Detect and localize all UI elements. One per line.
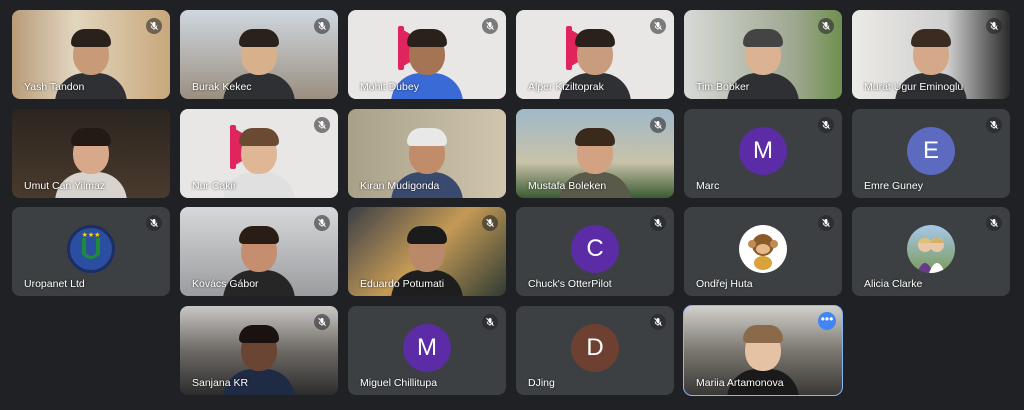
participant-name: Mariia Artamonova — [696, 377, 784, 389]
participant-name: Alper Kiziltoprak — [528, 81, 604, 93]
mic-off-icon — [818, 117, 834, 133]
participant-tile[interactable]: Alicia Clarke — [852, 207, 1010, 296]
avatar — [907, 224, 955, 273]
participant-name: Kovács Gábor — [192, 278, 259, 290]
mic-off-icon — [314, 18, 330, 34]
participant-tile[interactable]: D DJing — [516, 306, 674, 395]
avatar: ★★★ — [67, 224, 115, 273]
participant-tile[interactable]: Murat Ugur Eminoglu — [852, 10, 1010, 99]
participant-tile[interactable]: M Miguel Chillitupa — [348, 306, 506, 395]
participant-tile[interactable]: Mohit Dubey — [348, 10, 506, 99]
participant-name: Alicia Clarke — [864, 278, 923, 290]
avatar: M — [403, 323, 451, 372]
mic-off-icon — [482, 18, 498, 34]
participant-name: Kiran Mudigonda — [360, 180, 440, 192]
participant-tile[interactable]: Umut Can Yilmaz — [12, 109, 170, 198]
participant-name: Sanjana KR — [192, 377, 249, 389]
participant-name: Marc — [696, 180, 720, 192]
svg-text:★★★: ★★★ — [82, 231, 101, 239]
mic-off-icon — [146, 215, 162, 231]
participant-tile[interactable]: Mustafa Boleken — [516, 109, 674, 198]
participant-tile[interactable]: Nur Cakir — [180, 109, 338, 198]
participant-tile[interactable]: Sanjana KR — [180, 306, 338, 395]
participant-name: Mustafa Boleken — [528, 180, 607, 192]
photo-avatar-icon — [917, 237, 945, 273]
mic-off-icon — [650, 18, 666, 34]
mic-off-icon — [986, 215, 1002, 231]
participant-name: Nur Cakir — [192, 180, 237, 192]
participant-name: Eduardo Potumati — [360, 278, 445, 290]
avatar: C — [571, 224, 619, 273]
organization-logo-icon: ★★★ — [71, 228, 111, 269]
mic-off-icon — [482, 215, 498, 231]
mic-off-icon — [818, 18, 834, 34]
participant-name: Murat Ugur Eminoglu — [864, 81, 964, 93]
participant-tile-active-speaker[interactable]: ••• Mariia Artamonova — [683, 305, 843, 396]
participant-name: Burak Kekec — [192, 81, 252, 93]
mic-off-icon — [314, 215, 330, 231]
participant-name: Umut Can Yilmaz — [24, 180, 106, 192]
participant-name: Miguel Chillitupa — [360, 377, 438, 389]
participant-name: Ondřej Huta — [696, 278, 753, 290]
avatar: E — [907, 126, 955, 175]
participant-name: Tim Bobker — [696, 81, 750, 93]
mic-off-icon — [818, 215, 834, 231]
more-horiz-icon[interactable]: ••• — [818, 312, 836, 330]
participant-tile[interactable]: Alper Kiziltoprak — [516, 10, 674, 99]
mic-off-icon — [986, 18, 1002, 34]
participant-tile[interactable]: Kiran Mudigonda — [348, 109, 506, 198]
participant-tile[interactable]: E Emre Guney — [852, 109, 1010, 198]
participant-tile[interactable]: Burak Kekec — [180, 10, 338, 99]
mic-off-icon — [650, 117, 666, 133]
participant-name: Chuck's OtterPilot — [528, 278, 612, 290]
mic-off-icon — [146, 18, 162, 34]
participant-tile[interactable]: Yash Tandon — [12, 10, 170, 99]
mic-off-icon — [986, 117, 1002, 133]
participant-tile[interactable]: Tim Bobker — [684, 10, 842, 99]
participant-name: Mohit Dubey — [360, 81, 419, 93]
mic-off-icon — [482, 314, 498, 330]
participant-name: DJing — [528, 377, 555, 389]
mic-off-icon — [650, 215, 666, 231]
mic-off-icon — [650, 314, 666, 330]
participant-tile[interactable]: C Chuck's OtterPilot — [516, 207, 674, 296]
monkey-avatar-icon — [740, 225, 786, 272]
participant-tile[interactable]: M Marc — [684, 109, 842, 198]
avatar — [739, 224, 787, 273]
participant-tile[interactable]: Eduardo Potumati — [348, 207, 506, 296]
participant-name: Emre Guney — [864, 180, 923, 192]
mic-off-icon — [314, 117, 330, 133]
participant-name: Uropanet Ltd — [24, 278, 85, 290]
participant-tile[interactable]: ★★★ Uropanet Ltd — [12, 207, 170, 296]
participant-tile[interactable]: Ondřej Huta — [684, 207, 842, 296]
participant-tile[interactable]: Kovács Gábor — [180, 207, 338, 296]
avatar: D — [571, 323, 619, 372]
mic-off-icon — [314, 314, 330, 330]
avatar: M — [739, 126, 787, 175]
participant-name: Yash Tandon — [24, 81, 85, 93]
